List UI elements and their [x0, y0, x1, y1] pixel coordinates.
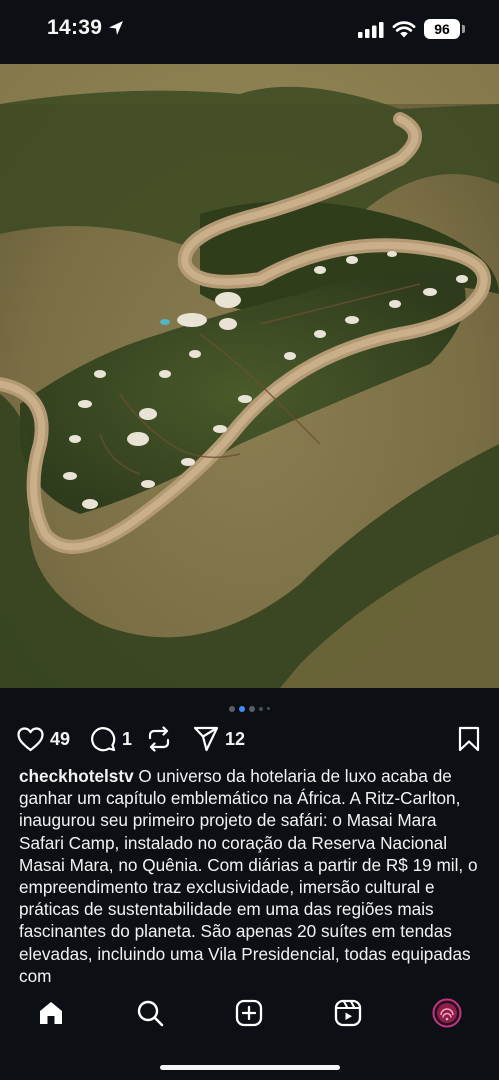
carousel-dots: [0, 700, 499, 712]
tab-create[interactable]: [232, 996, 266, 1030]
heart-icon: [17, 726, 44, 751]
caption-text: O universo da hotelaria de luxo acaba de…: [19, 766, 478, 983]
like-button[interactable]: 49: [17, 722, 70, 756]
comment-bubble-icon: [91, 727, 116, 752]
share-count: 12: [225, 728, 246, 749]
battery-tip: [462, 25, 465, 33]
comment-button[interactable]: 1: [90, 722, 132, 756]
post-action-bar: 49 1 12: [0, 722, 499, 756]
save-button[interactable]: [458, 722, 480, 756]
aerial-safari-camp-image: [0, 64, 499, 688]
wifi-icon: [392, 21, 416, 38]
status-time: 14:39: [47, 16, 103, 39]
create-icon: [235, 999, 263, 1027]
tab-reels[interactable]: [331, 996, 365, 1030]
like-count: 49: [50, 728, 71, 749]
repost-button[interactable]: [146, 722, 172, 756]
tab-search[interactable]: [133, 996, 167, 1030]
share-button[interactable]: 12: [193, 722, 245, 756]
carousel-dot: [267, 707, 270, 711]
post-image[interactable]: [0, 64, 499, 688]
location-arrow-icon: [109, 21, 123, 35]
search-icon: [137, 1000, 164, 1027]
tab-profile[interactable]: [430, 996, 464, 1030]
tab-home[interactable]: [34, 996, 68, 1030]
home-indicator: [160, 1065, 340, 1070]
bookmark-icon: [458, 726, 480, 752]
carousel-dot: [259, 706, 263, 711]
cellular-signal-icon: [358, 22, 384, 38]
carousel-dot: [229, 705, 235, 712]
status-bar: 14:39 96: [0, 0, 499, 60]
carousel-dot: [249, 705, 255, 712]
repost-icon: [148, 726, 170, 752]
comment-count: 1: [122, 728, 133, 749]
battery-indicator: 96: [424, 19, 460, 39]
profile-avatar: [432, 998, 462, 1028]
post-caption: checkhotelstv O universo da hotelaria de…: [19, 765, 481, 983]
carousel-dot-active: [239, 705, 245, 712]
bottom-tab-bar: [0, 984, 499, 1080]
reels-icon: [334, 999, 362, 1027]
paper-plane-icon: [193, 726, 219, 752]
home-icon: [40, 1002, 62, 1024]
caption-username[interactable]: checkhotelstv: [19, 766, 134, 786]
